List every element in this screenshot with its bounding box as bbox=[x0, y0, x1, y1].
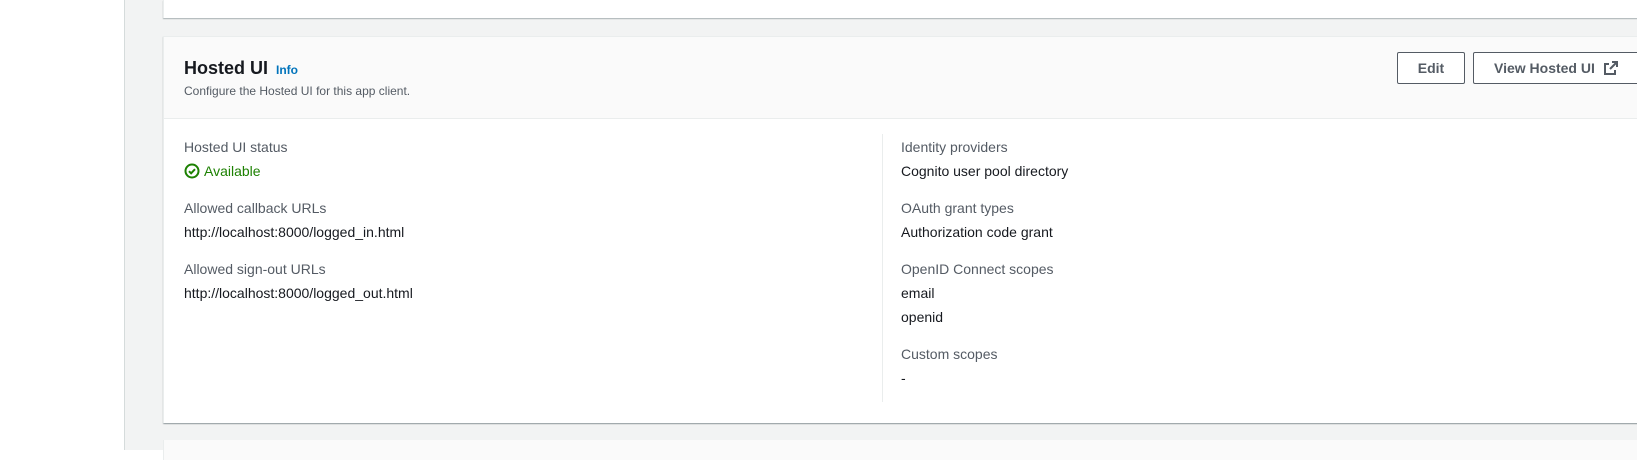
previous-panel bbox=[163, 0, 1637, 18]
identity-providers-label: Identity providers bbox=[901, 139, 1008, 155]
view-hosted-ui-button[interactable]: View Hosted UI bbox=[1473, 52, 1637, 84]
callback-url-value: http://localhost:8000/logged_in.html bbox=[184, 224, 405, 240]
openid-scope-value: email bbox=[901, 285, 935, 301]
panel-header: Hosted UI Info Configure the Hosted UI f… bbox=[164, 37, 1637, 119]
view-hosted-ui-button-label: View Hosted UI bbox=[1494, 60, 1595, 76]
panel-title: Hosted UI bbox=[184, 58, 269, 78]
custom-scope-value: - bbox=[901, 370, 906, 386]
status-indicator: Available bbox=[184, 161, 874, 181]
edit-button-label: Edit bbox=[1417, 60, 1445, 76]
info-link[interactable]: Info bbox=[276, 62, 298, 78]
left-column: Hosted UI status Available Allowed callb… bbox=[184, 137, 874, 320]
column-divider bbox=[882, 134, 883, 402]
check-circle-icon bbox=[184, 163, 200, 179]
external-link-icon bbox=[1603, 60, 1619, 76]
identity-provider-value: Cognito user pool directory bbox=[901, 163, 1069, 179]
panel-description: Configure the Hosted UI for this app cli… bbox=[184, 84, 411, 98]
status-value: Available bbox=[204, 163, 261, 179]
signout-url-value: http://localhost:8000/logged_out.html bbox=[184, 285, 413, 301]
navigation-edge bbox=[0, 0, 125, 450]
hosted-ui-panel: Hosted UI Info Configure the Hosted UI f… bbox=[163, 36, 1637, 423]
custom-scopes-label: Custom scopes bbox=[901, 346, 998, 362]
callback-urls-label: Allowed callback URLs bbox=[184, 200, 327, 216]
openid-connect-scopes: OpenID Connect scopes email openid bbox=[901, 259, 1621, 327]
oauth-grant-types-label: OAuth grant types bbox=[901, 200, 1014, 216]
edit-button[interactable]: Edit bbox=[1397, 52, 1465, 84]
right-column: Identity providers Cognito user pool dir… bbox=[901, 137, 1621, 405]
hosted-ui-status: Hosted UI status Available bbox=[184, 137, 874, 181]
custom-scopes: Custom scopes - bbox=[901, 344, 1621, 388]
openid-scopes-label: OpenID Connect scopes bbox=[901, 261, 1054, 277]
allowed-signout-urls: Allowed sign-out URLs http://localhost:8… bbox=[184, 259, 874, 303]
openid-scope-value: openid bbox=[901, 309, 944, 325]
identity-providers: Identity providers Cognito user pool dir… bbox=[901, 137, 1621, 181]
oauth-grant-types: OAuth grant types Authorization code gra… bbox=[901, 198, 1621, 242]
next-panel bbox=[163, 440, 1637, 460]
allowed-callback-urls: Allowed callback URLs http://localhost:8… bbox=[184, 198, 874, 242]
oauth-grant-type-value: Authorization code grant bbox=[901, 224, 1053, 240]
hosted-ui-status-label: Hosted UI status bbox=[184, 139, 288, 155]
signout-urls-label: Allowed sign-out URLs bbox=[184, 261, 326, 277]
